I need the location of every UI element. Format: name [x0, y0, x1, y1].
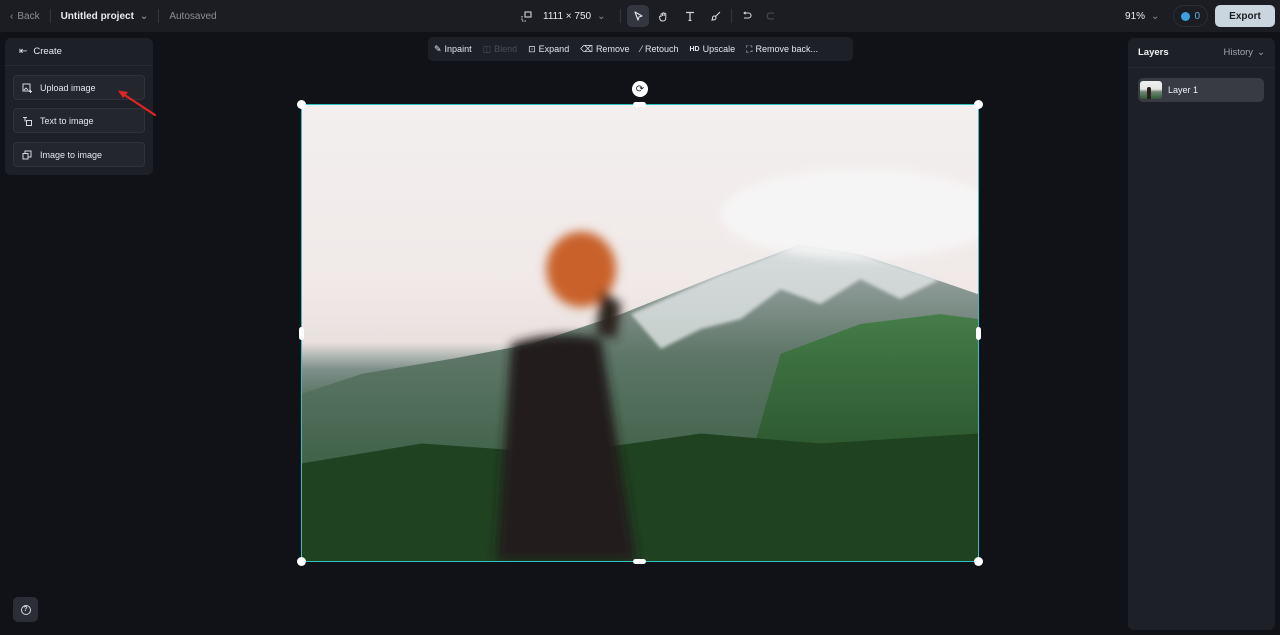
- brush-icon: [710, 11, 720, 21]
- resize-handle-top[interactable]: [633, 102, 646, 107]
- create-panel-header[interactable]: ⇤ Create: [5, 38, 153, 66]
- credit-count: 0: [1194, 10, 1200, 22]
- resize-handle-bottom-right[interactable]: [974, 557, 983, 566]
- back-label: Back: [17, 10, 40, 22]
- project-title: Untitled project: [60, 10, 134, 22]
- layers-panel: Layers History ⌄ Layer 1: [1128, 38, 1275, 630]
- annotation-arrow-icon: [118, 90, 157, 117]
- chevron-left-icon: ‹: [10, 10, 14, 22]
- canvas-size-dropdown[interactable]: 1111 × 750 ⌄: [543, 11, 606, 22]
- credit-icon: [1181, 11, 1191, 21]
- remove-background-label: Remove back...: [755, 44, 818, 54]
- history-dropdown[interactable]: History ⌄: [1223, 47, 1265, 58]
- remove-background-icon: ⛶: [746, 43, 753, 54]
- canvas-image: [302, 105, 978, 561]
- chevron-down-icon: ⌄: [597, 10, 606, 22]
- history-label: History: [1223, 47, 1254, 58]
- divider: [619, 9, 621, 23]
- retouch-button[interactable]: ⁄ Retouch: [640, 44, 678, 54]
- edit-toolbar: ✎ Inpaint ◫ Blend ⊡ Expand ⌫ Remove ⁄ Re…: [428, 37, 853, 61]
- cursor-icon: [633, 11, 643, 21]
- canvas-image-selection[interactable]: [301, 104, 979, 562]
- upload-image-icon: [22, 83, 32, 93]
- redo-button[interactable]: [760, 5, 782, 27]
- divider: [49, 9, 51, 23]
- collapse-panel-icon: ⇤: [19, 46, 28, 57]
- expand-button[interactable]: ⊡ Expand: [528, 44, 569, 55]
- divider: [730, 9, 732, 23]
- retouch-label: Retouch: [644, 44, 679, 54]
- chevron-down-icon: ⌄: [139, 10, 149, 22]
- resize-handle-bottom[interactable]: [633, 559, 646, 564]
- image-to-image-icon: [22, 150, 32, 159]
- text-icon: [685, 11, 694, 21]
- create-panel-title: Create: [33, 46, 62, 57]
- image-to-image-button[interactable]: Image to image: [13, 142, 145, 167]
- back-button[interactable]: ‹ Back: [10, 11, 40, 22]
- credits-badge[interactable]: 0: [1173, 5, 1208, 27]
- inpaint-icon: ✎: [434, 43, 442, 54]
- undo-button[interactable]: [736, 5, 758, 27]
- hand-icon: [658, 11, 667, 22]
- top-bar-left: ‹ Back Untitled project ⌄ Autosaved: [10, 0, 217, 32]
- blend-label: Blend: [494, 44, 518, 54]
- eraser-icon: ⌫: [580, 43, 593, 54]
- resize-handle-right[interactable]: [976, 327, 981, 340]
- image-to-image-label: Image to image: [40, 149, 103, 160]
- chevron-down-icon: ⌄: [1151, 10, 1160, 22]
- mountain-illustration: [302, 169, 978, 561]
- save-status: Autosaved: [169, 10, 217, 22]
- top-bar-right: 91% ⌄ 0 Export: [1125, 0, 1275, 32]
- canvas-size: 1111 × 750: [543, 10, 592, 22]
- redo-icon: [766, 12, 774, 20]
- resize-handle-bottom-left[interactable]: [297, 557, 306, 566]
- zoom-dropdown[interactable]: 91% ⌄: [1125, 11, 1159, 22]
- layers-tab[interactable]: Layers: [1138, 47, 1169, 58]
- upload-image-label: Upload image: [40, 82, 96, 93]
- layer-thumbnail: [1140, 81, 1162, 99]
- resize-handle-left[interactable]: [299, 327, 304, 340]
- hd-icon: HD: [689, 45, 700, 53]
- magic-wand-icon: ⁄: [640, 44, 642, 54]
- blend-button[interactable]: ◫ Blend: [483, 44, 518, 55]
- remove-background-button[interactable]: ⛶ Remove back...: [746, 44, 818, 55]
- remove-button[interactable]: ⌫ Remove: [580, 44, 629, 55]
- inpaint-button[interactable]: ✎ Inpaint: [434, 44, 472, 55]
- resize-canvas-button[interactable]: [515, 5, 537, 27]
- chevron-down-icon: ⌄: [1257, 47, 1265, 58]
- resize-handle-top-right[interactable]: [974, 100, 983, 109]
- layer-item[interactable]: Layer 1: [1138, 78, 1264, 102]
- text-tool-button[interactable]: [679, 5, 701, 27]
- blend-icon: ◫: [482, 43, 492, 54]
- help-button[interactable]: ?: [13, 597, 38, 622]
- upscale-label: Upscale: [702, 44, 736, 54]
- resize-icon: [520, 10, 532, 22]
- undo-icon: [742, 11, 752, 19]
- brush-tool-button[interactable]: [705, 5, 727, 27]
- inpaint-label: Inpaint: [444, 44, 472, 54]
- divider: [158, 9, 160, 23]
- text-to-image-icon: [23, 116, 32, 126]
- text-to-image-label: Text to image: [40, 115, 94, 126]
- rotate-handle[interactable]: ⟳: [632, 81, 648, 97]
- layer-label: Layer 1: [1168, 85, 1199, 95]
- rotate-icon: ⟳: [635, 83, 645, 95]
- layers-panel-header: Layers History ⌄: [1128, 38, 1275, 68]
- project-title-dropdown[interactable]: Untitled project ⌄: [61, 11, 149, 22]
- zoom-level: 91%: [1125, 10, 1146, 22]
- top-bar: ‹ Back Untitled project ⌄ Autosaved 1111…: [0, 0, 1280, 32]
- expand-icon: ⊡: [528, 43, 536, 54]
- remove-label: Remove: [595, 44, 630, 54]
- top-bar-center: 1111 × 750 ⌄: [515, 0, 782, 32]
- export-button[interactable]: Export: [1215, 5, 1275, 27]
- hand-tool-button[interactable]: [653, 5, 675, 27]
- select-tool-button[interactable]: [626, 5, 649, 27]
- help-icon: ?: [20, 604, 31, 615]
- resize-handle-top-left[interactable]: [297, 100, 306, 109]
- expand-label: Expand: [538, 44, 570, 54]
- upscale-button[interactable]: HD Upscale: [690, 44, 736, 54]
